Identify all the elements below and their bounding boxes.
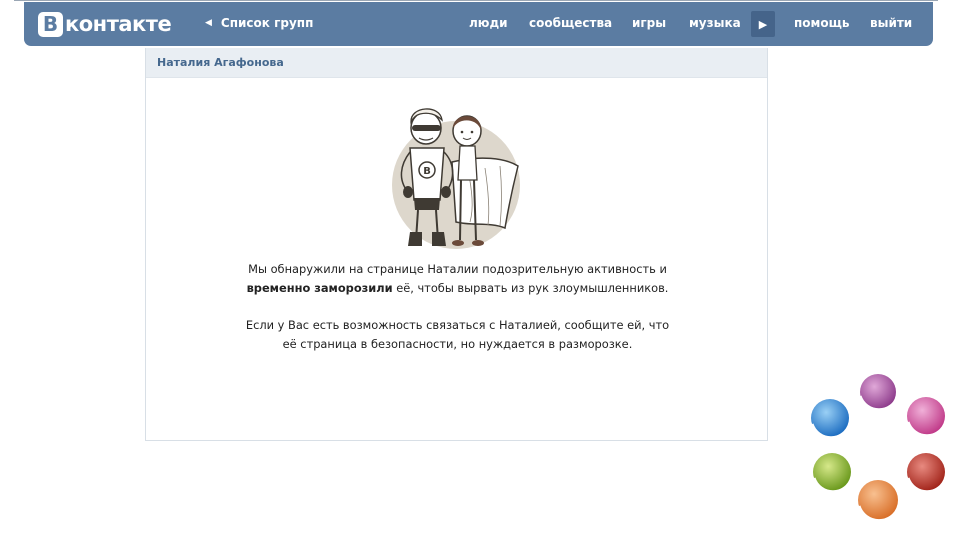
sphere-purple <box>858 374 900 412</box>
profile-name[interactable]: Наталия Агафонова <box>157 56 284 69</box>
sphere-red <box>906 453 948 494</box>
play-icon[interactable]: ▶ <box>751 11 775 37</box>
message-line-4: её страница в безопасности, но нуждается… <box>282 337 633 351</box>
sphere-green <box>812 453 854 494</box>
nav-games[interactable]: игры <box>632 16 666 30</box>
message-line-2: временно заморозили её, чтобы вырвать из… <box>146 279 769 298</box>
superhero-couple-illustration: B <box>392 108 520 249</box>
top-border <box>14 0 938 1</box>
message-line-1: Мы обнаружили на странице Наталии подозр… <box>248 262 667 276</box>
nav-music[interactable]: музыка <box>689 16 741 30</box>
message-line-2-rest: её, чтобы вырвать из рук злоумышленников… <box>392 281 669 295</box>
logo-badge: В <box>38 11 63 37</box>
vk-logo[interactable]: В контакте <box>38 11 172 37</box>
back-label: Список групп <box>220 16 314 30</box>
nav-people[interactable]: люди <box>469 16 508 30</box>
message-bold: временно заморозили <box>246 281 393 295</box>
triangle-left-icon: ◀ <box>205 18 212 28</box>
top-header: В контакте ◀ Список групп люди сообществ… <box>24 2 933 46</box>
svg-text:B: B <box>423 166 431 177</box>
sphere-blue <box>810 399 852 440</box>
warning-text-1: Мы обнаружили на странице Наталии подозр… <box>146 260 769 298</box>
card-header: Наталия Агафонова <box>146 48 767 78</box>
nav-communities[interactable]: сообщества <box>529 16 612 30</box>
frozen-page-card: Наталия Агафонова B Мы обнаружили на стр… <box>145 48 768 441</box>
nav-help[interactable]: помощь <box>794 16 849 30</box>
warning-text-2: Если у Вас есть возможность связаться с … <box>146 316 769 354</box>
nav-logout[interactable]: выйти <box>870 16 912 30</box>
sphere-pink <box>906 397 948 438</box>
logo-text: контакте <box>65 12 172 36</box>
back-to-groups-link[interactable]: ◀ Список групп <box>205 16 313 30</box>
message-line-3: Если у Вас есть возможность связаться с … <box>245 318 670 332</box>
colored-spheres-decoration <box>810 374 948 523</box>
sphere-orange <box>857 480 901 523</box>
